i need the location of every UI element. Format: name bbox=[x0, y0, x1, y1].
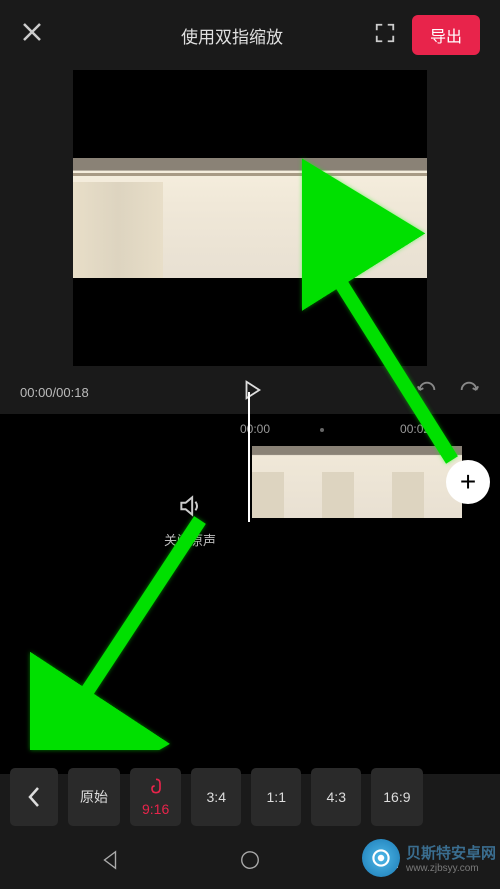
redo-icon bbox=[458, 380, 480, 400]
play-icon bbox=[241, 379, 263, 401]
ratio-back-button[interactable] bbox=[10, 768, 58, 826]
undo-icon bbox=[416, 380, 438, 400]
video-preview[interactable] bbox=[73, 70, 427, 366]
expand-icon bbox=[374, 22, 396, 44]
clip-frame bbox=[322, 446, 392, 518]
watermark: 贝斯特安卓网 www.zjbsyy.com bbox=[362, 839, 496, 877]
playhead[interactable] bbox=[248, 392, 250, 522]
android-home-button[interactable] bbox=[239, 849, 261, 876]
close-icon bbox=[20, 20, 44, 44]
ratio-label: 4:3 bbox=[327, 789, 346, 805]
ratio-label: 9:16 bbox=[142, 801, 169, 817]
triangle-back-icon bbox=[99, 849, 121, 871]
tick-label: 00:00 bbox=[240, 422, 270, 446]
speaker-icon bbox=[177, 493, 203, 519]
mute-original-sound-button[interactable]: 关闭原声 bbox=[140, 493, 240, 549]
add-clip-button[interactable]: + bbox=[446, 460, 490, 504]
preview-frame bbox=[73, 158, 427, 278]
undo-button[interactable] bbox=[416, 380, 438, 405]
clip-frame bbox=[252, 446, 322, 518]
export-button[interactable]: 导出 bbox=[412, 15, 480, 55]
mute-label: 关闭原声 bbox=[140, 530, 240, 549]
android-back-button[interactable] bbox=[99, 849, 121, 876]
watermark-url: www.zjbsyy.com bbox=[406, 863, 496, 874]
circle-home-icon bbox=[239, 849, 261, 871]
ratio-4-3-button[interactable]: 4:3 bbox=[311, 768, 361, 826]
close-button[interactable] bbox=[20, 20, 50, 51]
ratio-original-button[interactable]: 原始 bbox=[68, 768, 120, 826]
play-button[interactable] bbox=[241, 379, 263, 406]
redo-button[interactable] bbox=[458, 380, 480, 405]
watermark-title: 贝斯特安卓网 bbox=[406, 842, 496, 863]
ratio-1-1-button[interactable]: 1:1 bbox=[251, 768, 301, 826]
pinch-hint-text: 使用双指缩放 bbox=[90, 23, 374, 48]
timeline-section: 00:00 00:02 关闭原声 + bbox=[0, 414, 500, 774]
ratio-3-4-button[interactable]: 3:4 bbox=[191, 768, 241, 826]
watermark-logo-icon bbox=[362, 839, 400, 877]
ratio-9-16-button[interactable]: 9:16 bbox=[130, 768, 181, 826]
video-clip-track[interactable] bbox=[252, 446, 462, 518]
chevron-left-icon bbox=[27, 786, 41, 808]
time-display: 00:00/00:18 bbox=[20, 385, 89, 400]
ratio-label: 1:1 bbox=[267, 789, 286, 805]
aspect-ratio-toolbar: 原始 9:16 3:4 1:1 4:3 16:9 bbox=[0, 763, 500, 831]
tick-label: 00:02 bbox=[400, 422, 430, 446]
fullscreen-button[interactable] bbox=[374, 22, 396, 49]
timeline-ruler: 00:00 00:02 bbox=[0, 422, 500, 446]
ratio-16-9-button[interactable]: 16:9 bbox=[371, 768, 422, 826]
douyin-icon bbox=[148, 778, 164, 797]
ratio-label: 3:4 bbox=[207, 789, 226, 805]
ratio-label: 16:9 bbox=[383, 789, 410, 805]
ratio-label: 原始 bbox=[80, 787, 108, 807]
